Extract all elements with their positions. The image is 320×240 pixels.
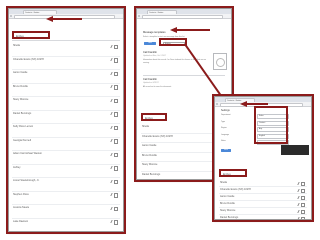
right-form-highlight [254, 106, 288, 144]
middle-arrow-line [176, 29, 210, 31]
right-arrow-head [240, 101, 247, 107]
middle-arrow-head [170, 27, 177, 33]
left-window-frame [6, 6, 126, 234]
middle-filter-highlight [159, 38, 187, 46]
left-arrow-line [52, 18, 82, 20]
page: { "colors": { "highlight": "#8b1b1b", "a… [0, 0, 320, 240]
left-arrow-head [46, 16, 53, 22]
right-arrow-line [246, 103, 268, 105]
